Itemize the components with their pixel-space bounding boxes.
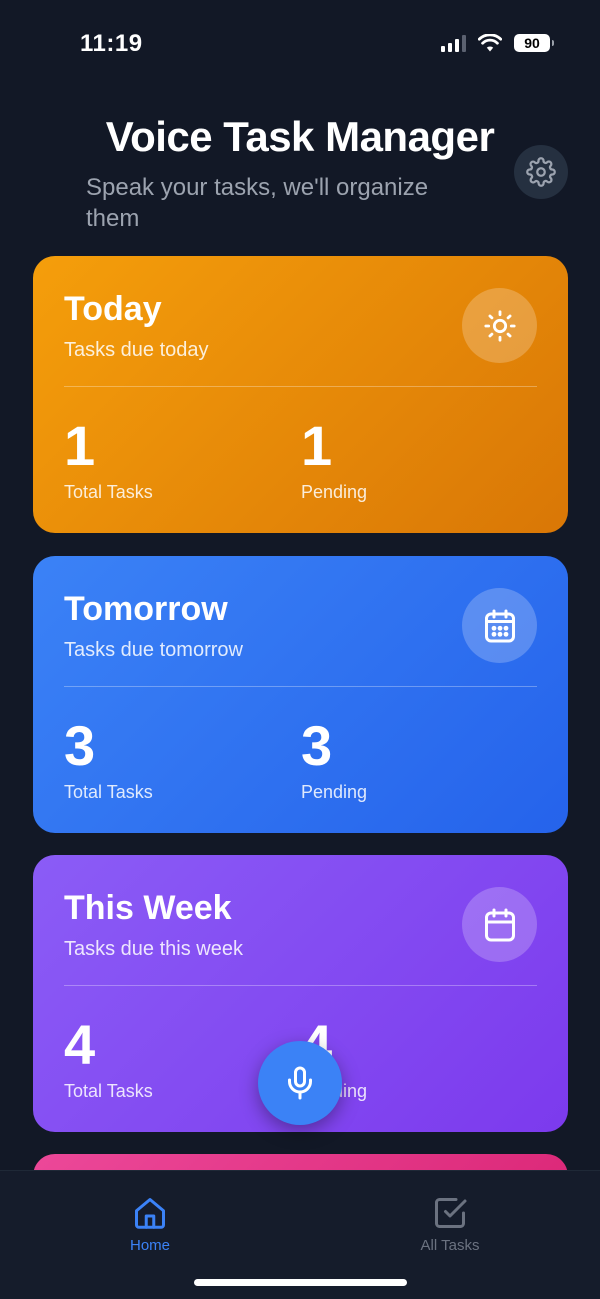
total-tasks-value: 3 [64,714,96,777]
tab-all-tasks-label: All Tasks [420,1237,480,1254]
page-subtitle: Speak your tasks, we'll organize them [86,174,429,232]
card-icon-badge [462,887,537,962]
home-icon [135,1198,165,1229]
page-title: Voice Task Manager [105,113,495,160]
wifi-icon [478,34,502,52]
total-tasks-label: Total Tasks [64,482,153,502]
card-title: This Week [64,889,232,927]
card-title: Today [64,290,162,328]
sun-icon [483,309,516,342]
total-tasks-value: 4 [64,1013,96,1076]
pending-value: 1 [301,414,333,477]
settings-button[interactable] [514,145,568,199]
status-bar: 11:19 90 [0,0,600,90]
checkbox-icon [435,1198,467,1228]
calendar-grid-icon [484,609,515,642]
card-divider [64,985,537,986]
battery-indicator: 90 [514,34,554,52]
card-divider [64,686,537,687]
pending-label: Pending [301,782,368,802]
total-tasks-value: 1 [64,414,96,477]
status-icons: 90 [441,34,554,52]
tab-home[interactable]: Home [90,1195,210,1254]
total-tasks-label: Total Tasks [64,1081,153,1101]
tab-home-label: Home [129,1237,170,1254]
card-icon-badge [462,288,537,363]
total-tasks-label: Total Tasks [64,782,153,802]
voice-record-button[interactable] [258,1041,342,1125]
card-tomorrow[interactable]: Tomorrow Tasks due tomorrow 3 Total Task… [33,556,568,833]
card-subtitle: Tasks due this week [64,938,243,960]
tab-all-tasks[interactable]: All Tasks [390,1195,510,1254]
pending-value: 3 [301,714,333,777]
microphone-icon [288,1066,312,1100]
app-screen: 11:19 90 Voice Task Manager Speak your t… [0,0,600,1299]
card-subtitle: Tasks due today [64,339,209,361]
pending-label: Pending [301,482,368,502]
gear-icon [526,157,556,187]
card-title: Tomorrow [64,590,228,628]
calendar-icon [484,908,515,941]
status-time: 11:19 [80,30,143,57]
card-icon-badge [462,588,537,663]
card-divider [64,386,537,387]
cellular-signal-icon [441,34,466,52]
card-today[interactable]: Today Tasks due today 1 Total Tasks 1 Pe… [33,256,568,533]
home-indicator [194,1279,407,1286]
card-subtitle: Tasks due tomorrow [64,639,243,661]
